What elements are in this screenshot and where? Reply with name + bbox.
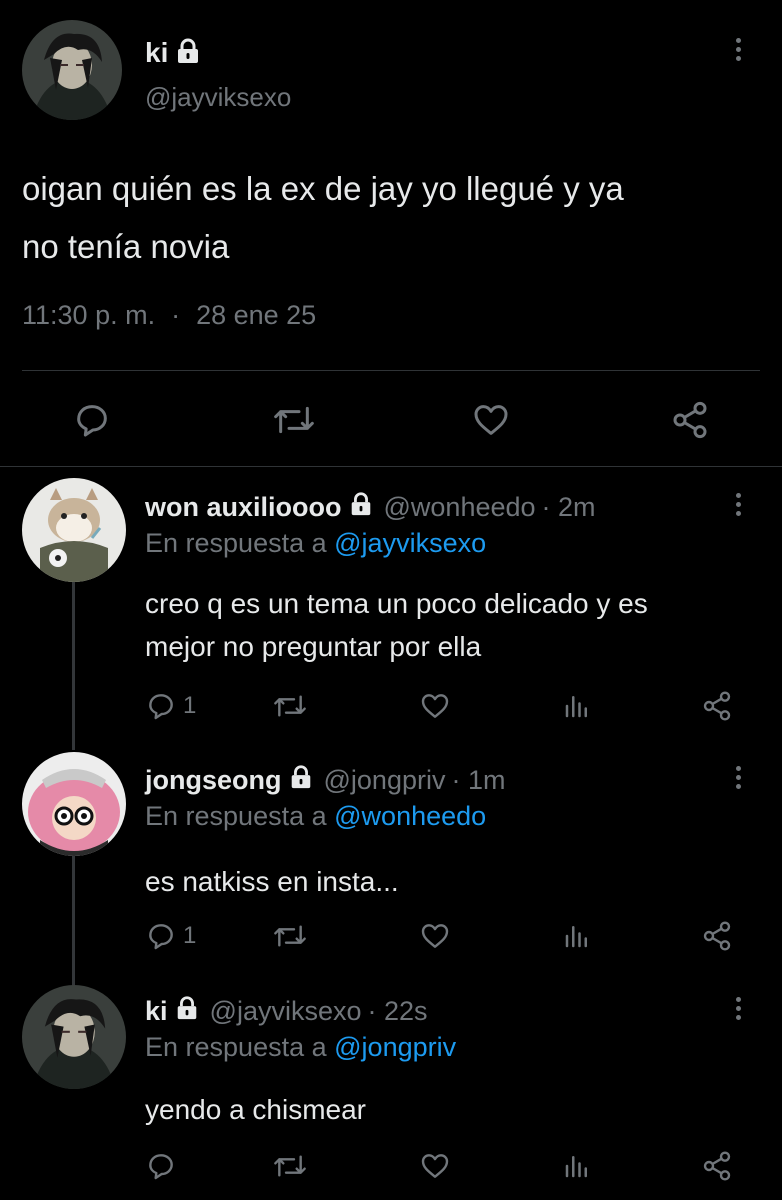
avatar[interactable]: [22, 985, 126, 1089]
reply-context: En respuesta a @jayviksexo: [145, 528, 487, 558]
divider: [0, 466, 782, 467]
more-icon[interactable]: [736, 38, 746, 65]
reply-icon[interactable]: [145, 1150, 177, 1182]
retweet-icon[interactable]: [272, 400, 316, 440]
more-icon[interactable]: [736, 766, 746, 793]
author-row: jongseong @jongpriv · 1m: [145, 763, 505, 797]
reply-context: En respuesta a @wonheedo: [145, 801, 487, 831]
retweet-icon[interactable]: [272, 920, 308, 952]
mention-link[interactable]: @jayviksexo: [334, 528, 486, 558]
handle[interactable]: @wonheedo: [384, 492, 536, 523]
mention-link[interactable]: @jongpriv: [334, 1032, 456, 1062]
lock-icon: [174, 37, 202, 70]
share-icon[interactable]: [700, 920, 734, 952]
reply-icon[interactable]: [72, 400, 112, 440]
timestamp: · 22s: [367, 995, 428, 1026]
lock-icon: [174, 995, 200, 1028]
thread-line: [72, 580, 75, 750]
share-icon[interactable]: [700, 690, 734, 722]
author-row: won auxilioooo @wonheedo · 2m: [145, 490, 596, 524]
display-name[interactable]: ki: [145, 37, 168, 69]
display-name[interactable]: ki: [145, 996, 168, 1027]
more-icon[interactable]: [736, 493, 746, 520]
reply-icon[interactable]: 1: [145, 690, 196, 722]
author-row: ki: [145, 35, 202, 71]
tweet-text: oigan quién es la ex de jay yo llegué y …: [22, 170, 624, 265]
timestamp: · 2m: [541, 491, 596, 522]
views-icon[interactable]: [562, 1150, 592, 1182]
reply-count: 1: [183, 922, 197, 949]
share-icon[interactable]: [668, 400, 712, 440]
like-icon[interactable]: [418, 920, 452, 952]
timestamp: 11:30 p. m. · 28 ene 25: [22, 300, 317, 330]
views-icon[interactable]: [562, 690, 592, 722]
lock-icon: [288, 764, 314, 797]
like-icon[interactable]: [418, 1150, 452, 1182]
display-name[interactable]: jongseong: [145, 765, 282, 796]
tweet-text: es natkiss en insta...: [145, 866, 399, 897]
divider: [22, 370, 760, 371]
timestamp: · 1m: [451, 764, 506, 795]
share-icon[interactable]: [700, 1150, 734, 1182]
lock-icon: [348, 491, 374, 524]
handle[interactable]: @jayviksexo: [210, 996, 362, 1027]
views-icon[interactable]: [562, 920, 592, 952]
handle[interactable]: @jongpriv: [324, 765, 446, 796]
retweet-icon[interactable]: [272, 690, 308, 722]
author-row: ki @jayviksexo · 22s: [145, 994, 428, 1028]
retweet-icon[interactable]: [272, 1150, 308, 1182]
handle[interactable]: @jayviksexo: [145, 82, 291, 113]
like-icon[interactable]: [418, 690, 452, 722]
reply-context: En respuesta a @jongpriv: [145, 1032, 457, 1062]
thread-line: [72, 836, 75, 986]
avatar[interactable]: [22, 20, 122, 120]
display-name[interactable]: won auxilioooo: [145, 492, 342, 523]
reply-icon[interactable]: 1: [145, 920, 196, 952]
like-icon[interactable]: [470, 400, 512, 440]
avatar[interactable]: [22, 478, 126, 582]
more-icon[interactable]: [736, 997, 746, 1024]
reply-count: 1: [183, 692, 197, 719]
tweet-text: yendo a chismear: [145, 1094, 367, 1125]
tweet-text: creo q es un tema un poco delicado y es …: [145, 588, 648, 662]
mention-link[interactable]: @wonheedo: [334, 801, 486, 831]
avatar[interactable]: [22, 752, 126, 856]
